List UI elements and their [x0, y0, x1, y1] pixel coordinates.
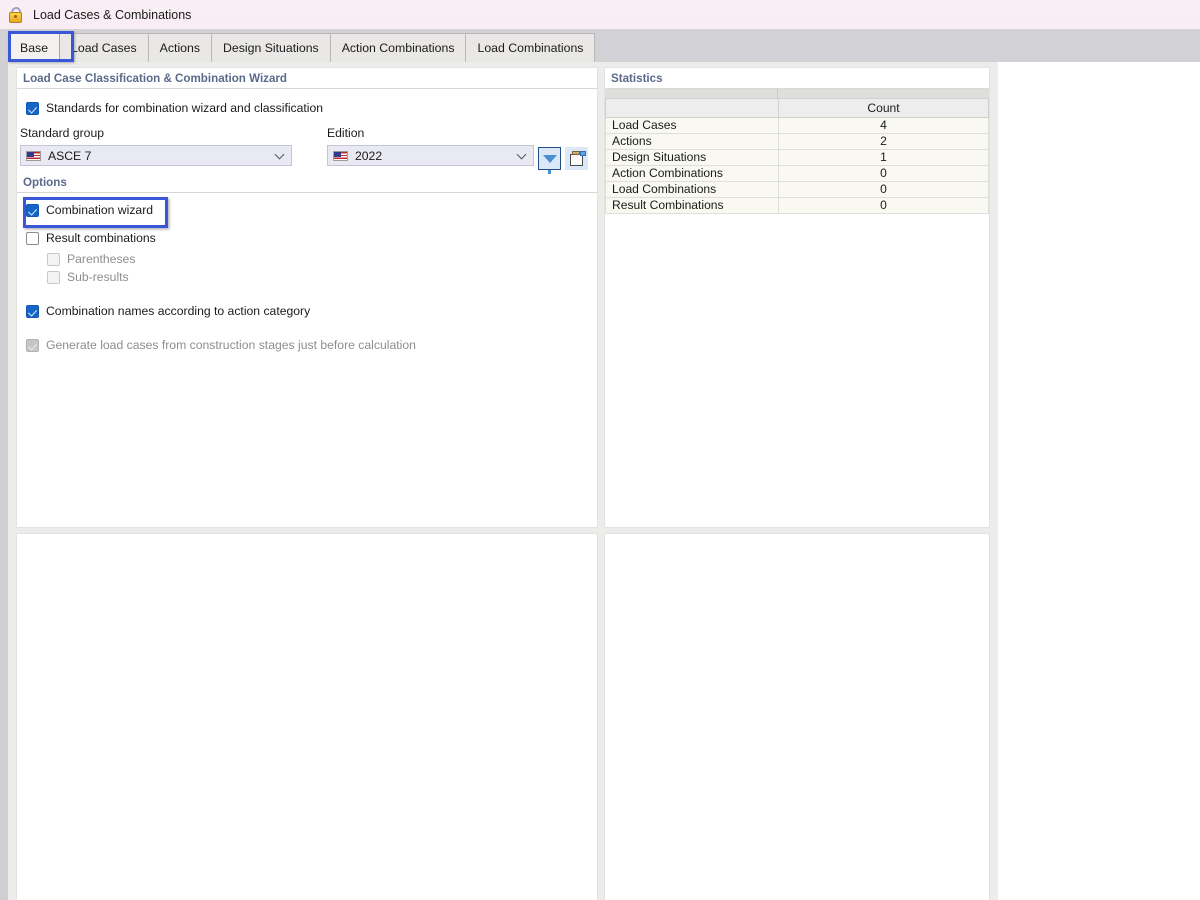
- tab-load-cases[interactable]: Load Cases: [59, 33, 149, 62]
- combination-wizard-label: Combination wizard: [46, 203, 153, 217]
- bottom-right-panel: [604, 533, 990, 900]
- statistics-row-count: 0: [779, 197, 989, 213]
- tab-action-combinations-label: Action Combinations: [342, 41, 455, 55]
- right-blank-area: [998, 62, 1200, 900]
- statistics-row-count: 2: [779, 133, 989, 149]
- standard-group-value: ASCE 7: [48, 149, 275, 163]
- tab-design-situations-label: Design Situations: [223, 41, 319, 55]
- tab-base-label: Base: [20, 41, 48, 55]
- statistics-col-count-header[interactable]: Count: [779, 99, 989, 117]
- tab-action-combinations[interactable]: Action Combinations: [330, 33, 467, 62]
- edition-dropdown[interactable]: 2022: [327, 145, 534, 166]
- options-section-header: Options: [17, 172, 597, 193]
- statistics-row-label: Actions: [606, 133, 779, 149]
- table-row[interactable]: Actions 2: [606, 133, 989, 149]
- tab-actions-label: Actions: [160, 41, 200, 55]
- tab-design-situations[interactable]: Design Situations: [211, 33, 331, 62]
- sub-results-label: Sub-results: [67, 270, 129, 284]
- option-parentheses-row: Parentheses: [47, 252, 597, 266]
- statistics-row-label: Design Situations: [606, 149, 779, 165]
- statistics-resizer-right[interactable]: [778, 89, 989, 98]
- statistics-section-header: Statistics: [605, 68, 989, 89]
- window-titlebar: Load Cases & Combinations: [0, 0, 1200, 29]
- option-result-combinations-row[interactable]: Result combinations: [26, 231, 597, 245]
- edition-label: Edition: [327, 126, 534, 140]
- standards-checkbox[interactable]: [26, 102, 39, 115]
- table-row[interactable]: Result Combinations 0: [606, 197, 989, 213]
- statistics-row-count: 0: [779, 165, 989, 181]
- table-row[interactable]: Action Combinations 0: [606, 165, 989, 181]
- chevron-down-icon[interactable]: [517, 151, 526, 160]
- statistics-column-resizer-bar[interactable]: [605, 89, 989, 99]
- classification-section-header: Load Case Classification & Combination W…: [17, 68, 597, 89]
- option-combination-wizard-row[interactable]: Combination wizard: [26, 203, 597, 217]
- edition-value: 2022: [355, 149, 517, 163]
- standard-settings-button[interactable]: [565, 147, 588, 170]
- statistics-col-name-header[interactable]: [606, 99, 779, 117]
- edition-field: Edition 2022: [327, 126, 534, 166]
- statistics-section-title: Statistics: [611, 72, 663, 85]
- window-title: Load Cases & Combinations: [33, 8, 191, 22]
- option-generate-load-cases-row: Generate load cases from construction st…: [26, 338, 597, 352]
- statistics-row-label: Load Cases: [606, 117, 779, 133]
- chevron-down-icon[interactable]: [275, 151, 284, 160]
- classification-section-title: Load Case Classification & Combination W…: [23, 72, 287, 85]
- statistics-resizer-left[interactable]: [605, 89, 778, 98]
- parentheses-label: Parentheses: [67, 252, 135, 266]
- tab-strip: Base Load Cases Actions Design Situation…: [0, 29, 1200, 62]
- statistics-row-label: Action Combinations: [606, 165, 779, 181]
- tab-base[interactable]: Base: [8, 33, 60, 62]
- result-combinations-label: Result combinations: [46, 231, 156, 245]
- result-combinations-checkbox[interactable]: [26, 232, 39, 245]
- standard-group-label: Standard group: [20, 126, 292, 140]
- statistics-header-row: Count: [606, 99, 989, 117]
- application-window: Load Cases & Combinations Base Load Case…: [0, 0, 1200, 900]
- combination-names-checkbox[interactable]: [26, 305, 39, 318]
- table-row[interactable]: Design Situations 1: [606, 149, 989, 165]
- funnel-filter-icon: [543, 155, 557, 163]
- window-body: Load Case Classification & Combination W…: [0, 62, 1200, 900]
- option-combination-names-row[interactable]: Combination names according to action ca…: [26, 304, 597, 318]
- filter-button[interactable]: [538, 147, 561, 170]
- us-flag-icon: [26, 151, 41, 161]
- standard-group-dropdown[interactable]: ASCE 7: [20, 145, 292, 166]
- left-edge-rail: [0, 62, 8, 900]
- tab-actions[interactable]: Actions: [148, 33, 212, 62]
- tab-load-combinations[interactable]: Load Combinations: [465, 33, 595, 62]
- statistics-panel: Statistics Count Load Cases 4: [604, 67, 990, 528]
- table-row[interactable]: Load Combinations 0: [606, 181, 989, 197]
- statistics-row-label: Result Combinations: [606, 197, 779, 213]
- standard-group-field: Standard group ASCE 7: [20, 126, 292, 166]
- statistics-table: Count Load Cases 4 Actions 2 Design Situ…: [605, 99, 989, 214]
- statistics-row-label: Load Combinations: [606, 181, 779, 197]
- standards-checkbox-row[interactable]: Standards for combination wizard and cla…: [26, 101, 597, 115]
- parentheses-checkbox: [47, 253, 60, 266]
- load-combination-lock-icon: [7, 6, 25, 24]
- combination-names-label: Combination names according to action ca…: [46, 304, 310, 318]
- statistics-row-count: 0: [779, 181, 989, 197]
- us-flag-icon: [333, 151, 348, 161]
- combination-wizard-checkbox[interactable]: [26, 204, 39, 217]
- generate-load-cases-checkbox: [26, 339, 39, 352]
- tab-load-cases-label: Load Cases: [71, 41, 137, 55]
- classification-options-panel: Load Case Classification & Combination W…: [16, 67, 598, 528]
- tab-load-combinations-label: Load Combinations: [477, 41, 583, 55]
- tab-list: Base Load Cases Actions Design Situation…: [8, 33, 594, 62]
- options-section-title: Options: [23, 176, 67, 189]
- statistics-table-body: Load Cases 4 Actions 2 Design Situations…: [606, 117, 989, 213]
- standard-selection-row: Standard group ASCE 7 Edition: [17, 126, 597, 172]
- standards-checkbox-label: Standards for combination wizard and cla…: [46, 101, 323, 115]
- statistics-row-count: 4: [779, 117, 989, 133]
- options-list: Combination wizard Result combinations P…: [17, 193, 597, 352]
- bottom-left-panel: [16, 533, 598, 900]
- option-sub-results-row: Sub-results: [47, 270, 597, 284]
- sub-results-checkbox: [47, 271, 60, 284]
- table-row[interactable]: Load Cases 4: [606, 117, 989, 133]
- statistics-row-count: 1: [779, 149, 989, 165]
- clipboard-edit-icon: [570, 151, 584, 166]
- generate-load-cases-label: Generate load cases from construction st…: [46, 338, 416, 352]
